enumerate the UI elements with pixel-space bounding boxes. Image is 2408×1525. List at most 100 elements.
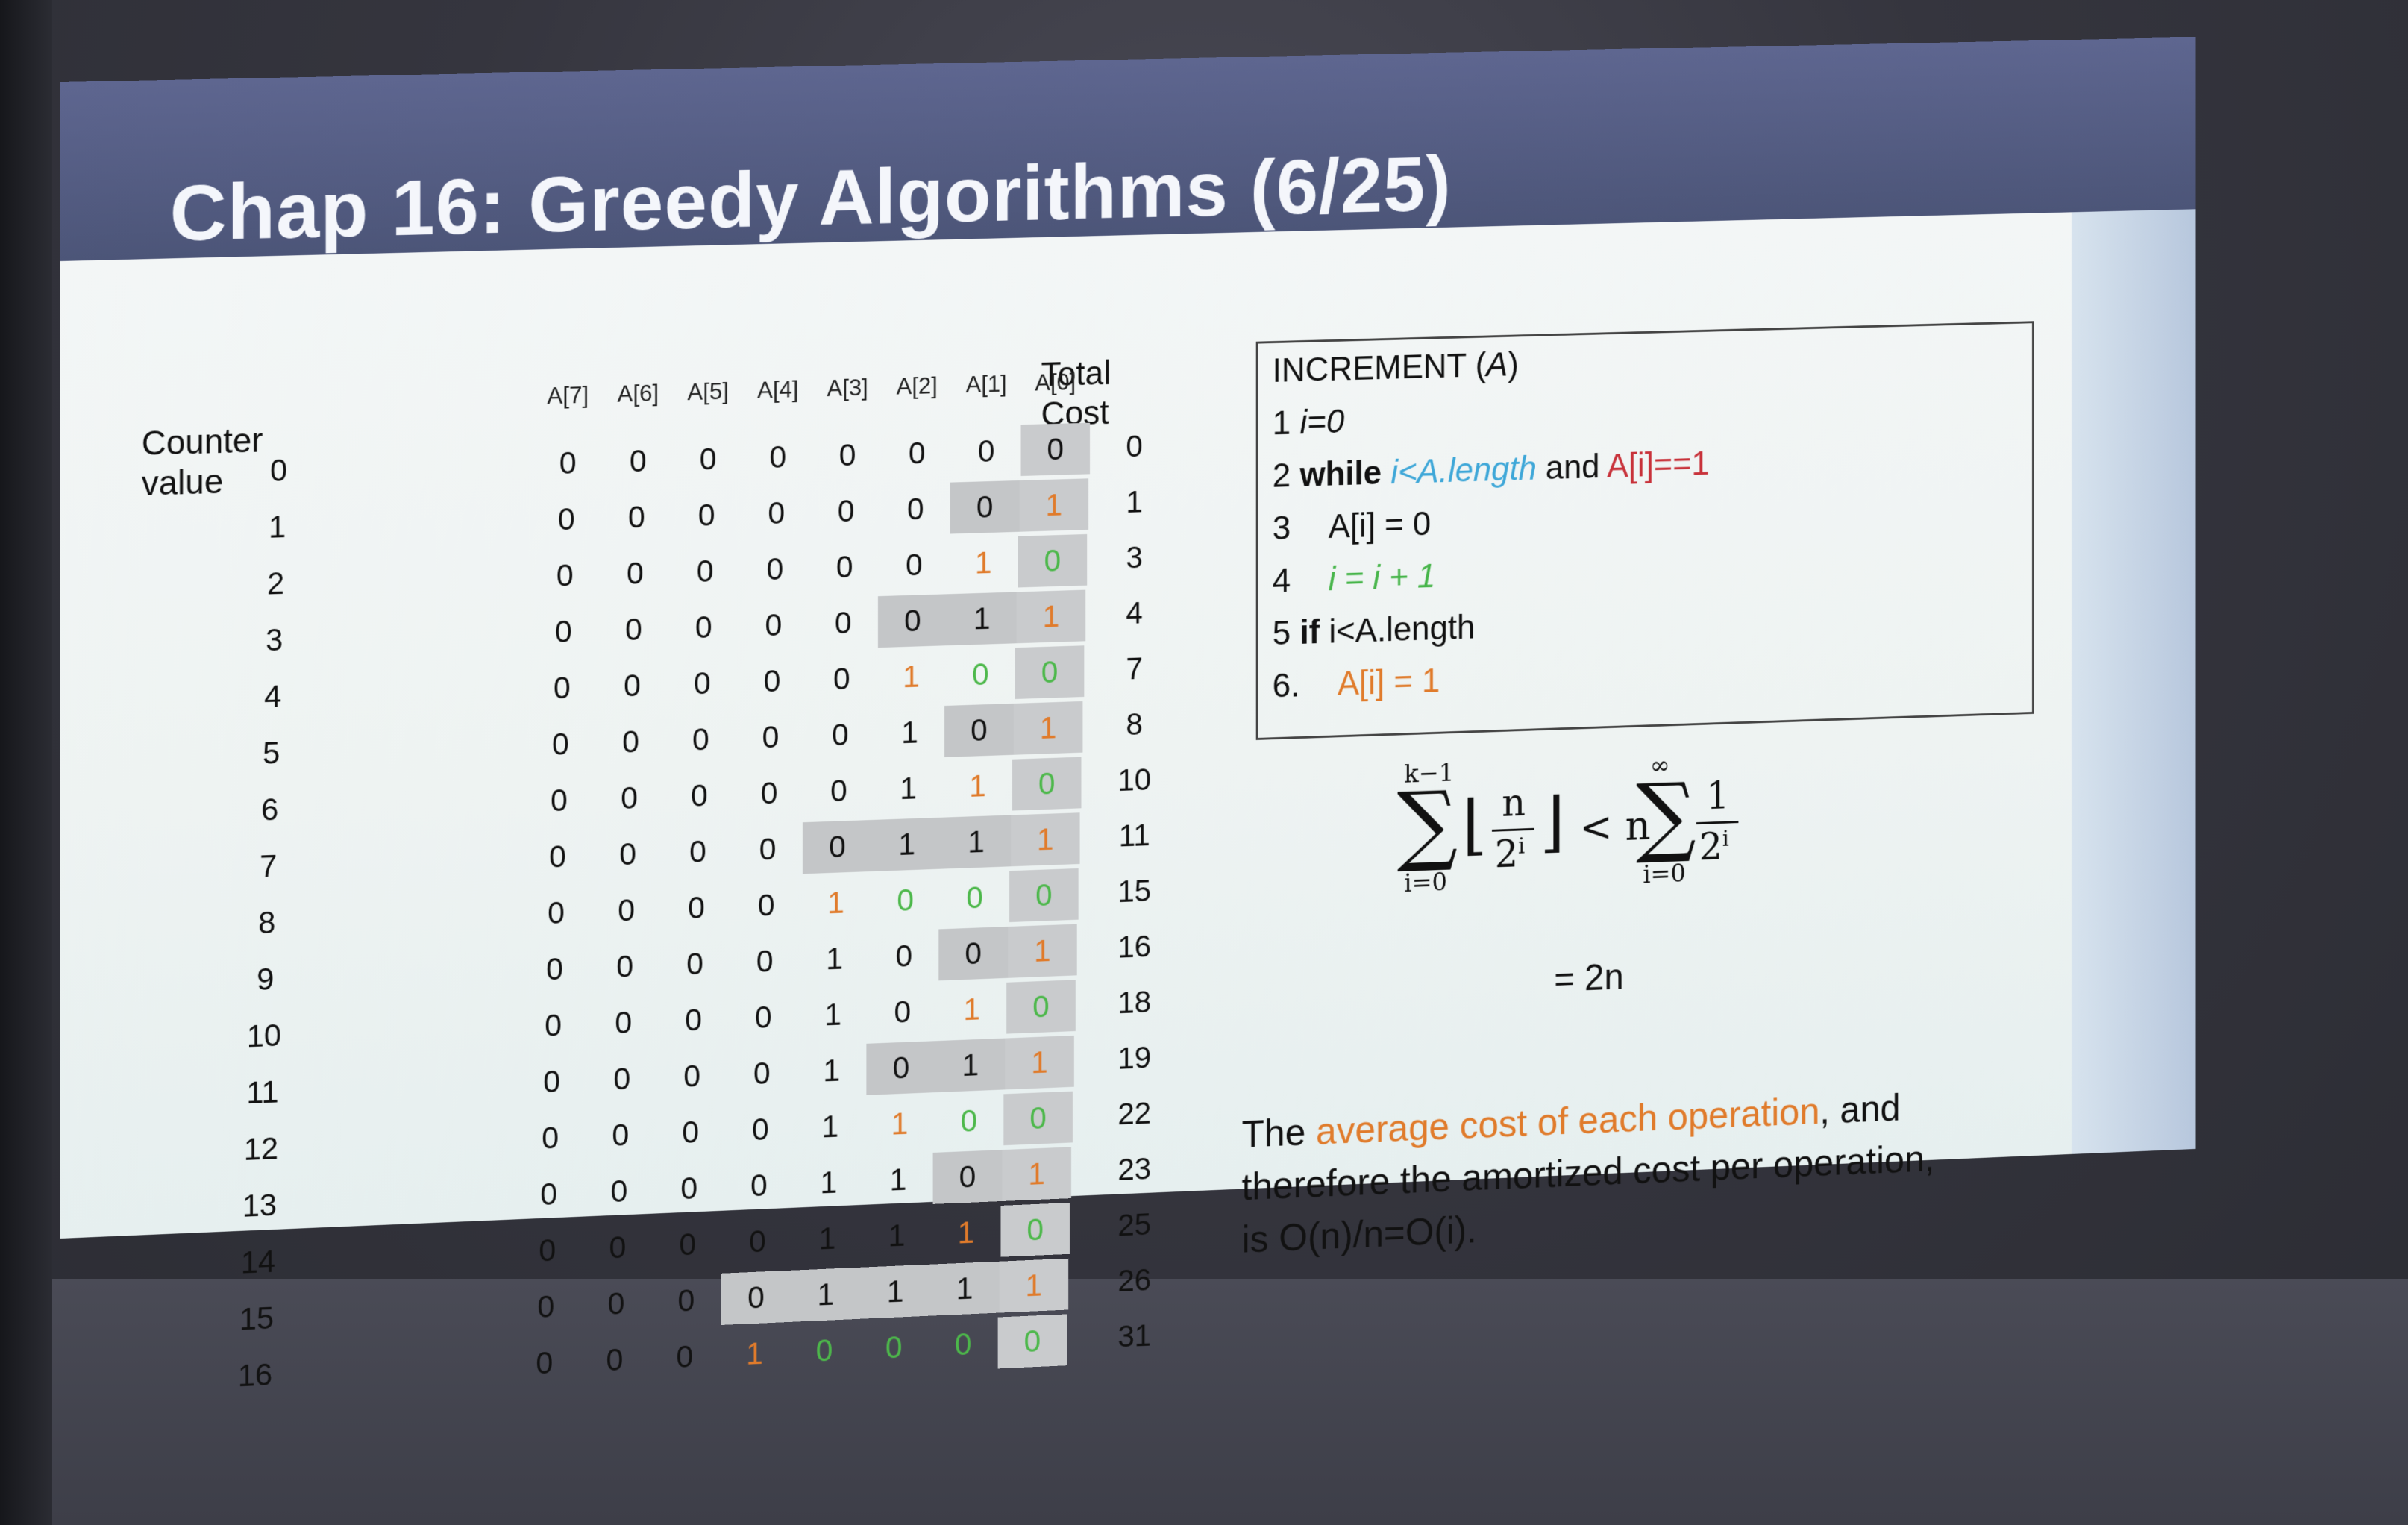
increment-algorithm-box: INCREMENT (A) 1 i=0 2 while i<A.length a… bbox=[1255, 321, 2034, 740]
counter-value: 0 bbox=[270, 452, 288, 488]
bit-cell: 1 bbox=[935, 1038, 1006, 1093]
bit-cell: 1 bbox=[872, 817, 942, 871]
bit-cell: 0 bbox=[551, 782, 568, 818]
fraction-denominator: 2i bbox=[1495, 832, 1525, 877]
paragraph-text: The bbox=[1241, 1110, 1317, 1156]
line-number: 5 bbox=[1272, 613, 1300, 652]
bit-cell: 0 bbox=[695, 609, 712, 645]
bit-cell: 0 bbox=[763, 663, 781, 699]
line-number: 1 bbox=[1272, 403, 1300, 442]
bit-cell: 0 bbox=[629, 443, 647, 479]
bit-cell: 1 bbox=[826, 941, 844, 977]
slide-right-strip bbox=[2071, 209, 2196, 1154]
total-cost-value: 8 bbox=[1126, 707, 1143, 742]
fraction-denominator: 2i bbox=[1699, 824, 1729, 869]
bit-cell: 0 bbox=[682, 1114, 700, 1150]
bit-cell: 0 bbox=[677, 1283, 695, 1318]
bit-cell: 0 bbox=[830, 773, 847, 809]
line-number: 3 bbox=[1272, 508, 1291, 547]
counter-value: 13 bbox=[242, 1187, 278, 1224]
counter-value: 7 bbox=[260, 848, 278, 884]
bit-cell: 1 bbox=[957, 1215, 975, 1250]
bit-cell: 1 bbox=[821, 1109, 839, 1144]
bit-cell: 0 bbox=[627, 499, 645, 535]
bit-cell: 0 bbox=[760, 775, 778, 811]
bit-cell: 0 bbox=[757, 887, 775, 923]
bit-cell: 0 bbox=[554, 613, 572, 650]
bit-cell: 0 bbox=[619, 836, 637, 872]
bit-cell: 0 bbox=[833, 661, 850, 697]
sum-lower-limit: i=0 bbox=[1643, 859, 1686, 890]
counter-value: 14 bbox=[240, 1243, 276, 1280]
bit-cell: 0 bbox=[950, 480, 1020, 534]
bit-cell: 1 bbox=[900, 770, 917, 806]
and-keyword: and bbox=[1536, 446, 1608, 487]
bit-cell: 0 bbox=[612, 1117, 630, 1153]
sum-lower-limit: i=0 bbox=[1404, 867, 1448, 898]
line-number: 6. bbox=[1272, 666, 1300, 705]
sigma-icon: ∑ bbox=[1635, 764, 1696, 868]
bit-cell: 0 bbox=[885, 1330, 903, 1365]
line-number: 4 bbox=[1272, 560, 1291, 600]
bit-cell: 0 bbox=[553, 670, 571, 706]
algo-code: A[i] = 0 bbox=[1328, 504, 1432, 545]
line-number: 2 bbox=[1272, 455, 1300, 495]
total-cost-value: 0 bbox=[1126, 428, 1143, 464]
bit-cell: 0 bbox=[622, 724, 639, 760]
bit-cell: 0 bbox=[693, 666, 711, 701]
bit-cell: 0 bbox=[537, 1288, 555, 1324]
bit-cell: 1 bbox=[947, 592, 1017, 646]
bit-cell: 0 bbox=[615, 1004, 633, 1041]
bit-cell: 0 bbox=[1000, 1203, 1070, 1257]
paragraph-highlight: average cost of each operation bbox=[1316, 1090, 1820, 1153]
bit-cell: 0 bbox=[834, 605, 852, 641]
bit-cell: 0 bbox=[966, 880, 983, 915]
bit-cell: 1 bbox=[963, 991, 981, 1027]
counter-value: 5 bbox=[263, 735, 280, 771]
fraction-bar bbox=[1491, 827, 1534, 832]
bit-cell: 0 bbox=[977, 433, 995, 469]
bit-cell: 0 bbox=[932, 1150, 1003, 1204]
bit-cell: 0 bbox=[908, 435, 926, 471]
bit-cell: 0 bbox=[1012, 757, 1082, 811]
bit-cell: 0 bbox=[753, 1055, 771, 1092]
bit-cell: 0 bbox=[548, 895, 565, 930]
algo-line-2: 2 while i<A.length and A[i]==1 bbox=[1273, 443, 1710, 495]
bit-cell: 0 bbox=[543, 1063, 561, 1100]
bit-cell: 0 bbox=[609, 1229, 627, 1265]
counter-value: 8 bbox=[258, 904, 276, 941]
total-cost-value: 10 bbox=[1117, 762, 1152, 798]
algo-header-arg: A bbox=[1486, 345, 1508, 383]
total-cost-value: 26 bbox=[1117, 1262, 1152, 1298]
fraction-numerator: n bbox=[1502, 780, 1526, 826]
bit-cell: 0 bbox=[838, 437, 856, 473]
counter-value: 11 bbox=[246, 1074, 279, 1111]
algo-header: INCREMENT (A) bbox=[1273, 344, 1519, 390]
bit-cell: 0 bbox=[765, 607, 783, 643]
bit-column-header: A[4] bbox=[757, 375, 799, 404]
bit-column-header: A[2] bbox=[896, 372, 938, 400]
total-cost-value: 19 bbox=[1117, 1039, 1152, 1076]
bit-cell: 1 bbox=[791, 1267, 861, 1322]
total-cost-value: 3 bbox=[1126, 539, 1143, 575]
bit-cell: 0 bbox=[679, 1226, 697, 1262]
bit-cell: 0 bbox=[696, 553, 714, 589]
bit-column-header: A[1] bbox=[965, 370, 1007, 398]
bit-cell: 0 bbox=[938, 927, 1009, 981]
algo-code: i=0 bbox=[1299, 401, 1345, 442]
bit-condition: A[i]==1 bbox=[1607, 444, 1710, 485]
bit-cell: 0 bbox=[621, 780, 639, 815]
bit-cell: 0 bbox=[627, 555, 644, 591]
bit-cell: 0 bbox=[768, 495, 786, 530]
equals-2n: = 2n bbox=[1554, 956, 1624, 1000]
bit-cell: 1 bbox=[824, 997, 842, 1033]
total-cost-value: 11 bbox=[1118, 817, 1150, 854]
bit-cell: 0 bbox=[960, 1103, 978, 1139]
bit-cell: 0 bbox=[699, 441, 717, 477]
bit-cell: 0 bbox=[752, 1111, 769, 1147]
bit-cell: 1 bbox=[820, 1165, 838, 1200]
bit-cell: 1 bbox=[1010, 812, 1080, 867]
denominator-exponent: i bbox=[1518, 833, 1526, 859]
bit-cell: 0 bbox=[610, 1173, 628, 1209]
bit-cell: 0 bbox=[837, 493, 855, 529]
